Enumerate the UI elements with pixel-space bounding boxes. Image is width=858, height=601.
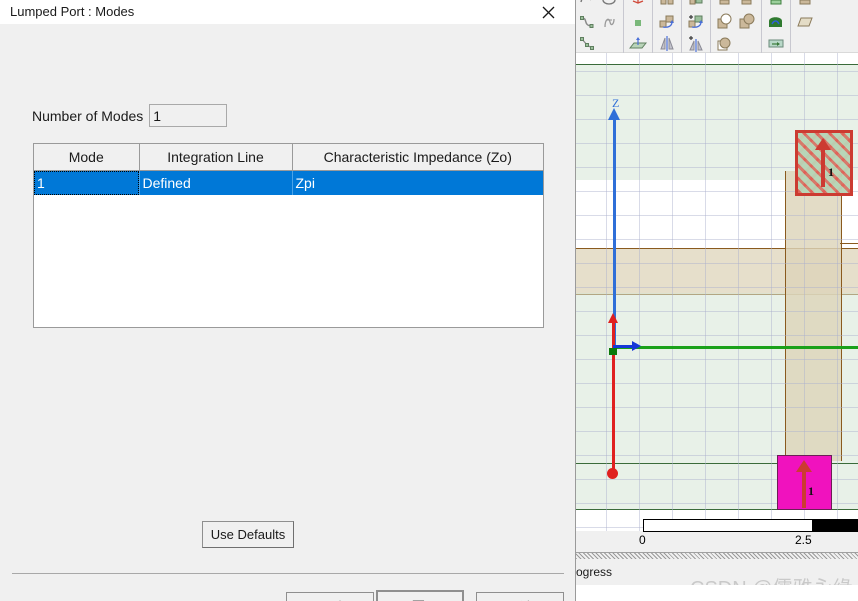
number-of-modes-input[interactable] xyxy=(149,104,228,127)
port-direction-arrow-shaft xyxy=(821,147,825,187)
sweep-along-path-plus-icon[interactable] xyxy=(685,12,707,32)
axis-red-endpoint xyxy=(607,468,618,479)
table-header-row: Mode Integration Line Characteristic Imp… xyxy=(34,144,543,171)
point-icon[interactable] xyxy=(627,12,649,32)
number-of-modes-row: Number of Modes xyxy=(32,104,228,127)
axis-y-line xyxy=(613,346,858,349)
port-bottom-arrow-shaft xyxy=(802,468,806,508)
close-icon[interactable] xyxy=(529,0,567,24)
spacer-cell xyxy=(598,34,620,54)
unite-top-icon[interactable] xyxy=(714,0,736,8)
cover-faces-icon[interactable] xyxy=(765,12,787,32)
port-bottom-arrow-head xyxy=(796,460,812,472)
screen-root: 1 1 Z 0 2.5 ogress CSDN @儒雅永缘 xyxy=(0,0,858,601)
lumped-port-top-face[interactable]: 1 xyxy=(795,130,853,196)
subtract-top-icon[interactable] xyxy=(736,0,758,8)
axis-origin-marker xyxy=(609,348,617,355)
dialog-title-bar[interactable]: Lumped Port : Modes xyxy=(0,0,575,25)
status-bar-grip[interactable] xyxy=(576,553,858,559)
axis-red-line xyxy=(612,318,615,476)
modes-table-grid: Mode Integration Line Characteristic Imp… xyxy=(34,144,543,195)
port-top-number: 1 xyxy=(828,165,834,179)
column-header-impedance[interactable]: Characteristic Impedance (Zo) xyxy=(292,144,543,171)
coordinate-system-icon[interactable] xyxy=(627,0,649,8)
next-button[interactable]: 下一页(N) > xyxy=(376,590,464,601)
toolbar-row-middle xyxy=(576,0,858,46)
sweep-top-icon[interactable] xyxy=(685,0,707,8)
box-pair-icon[interactable] xyxy=(656,0,678,8)
port-direction-arrow-head xyxy=(815,138,831,150)
sheet-top-icon[interactable] xyxy=(794,0,816,8)
column-header-integration-line[interactable]: Integration Line xyxy=(139,144,293,171)
intersect-icon[interactable] xyxy=(714,34,736,54)
spline-curve-icon[interactable] xyxy=(576,12,598,32)
subtract-icon[interactable] xyxy=(736,12,758,32)
dialog-title: Lumped Port : Modes xyxy=(10,4,135,19)
back-button[interactable]: < 上一步(B) xyxy=(286,592,374,601)
cancel-button[interactable]: 取消 xyxy=(476,592,564,601)
equation-curve-icon[interactable] xyxy=(598,12,620,32)
dialog-body: Number of Modes Mode Integration Line Ch xyxy=(0,24,575,601)
progress-status-text: ogress xyxy=(576,565,613,579)
polyline-icon[interactable] xyxy=(576,34,598,54)
spacer-cell-3 xyxy=(794,34,816,54)
scale-bar xyxy=(643,519,858,532)
unite-icon[interactable] xyxy=(714,12,736,32)
number-of-modes-label: Number of Modes xyxy=(32,107,144,124)
lumped-port-modes-dialog: Lumped Port : Modes Number of Modes 1 Mo… xyxy=(0,0,576,601)
spacer-cell-2 xyxy=(736,34,758,54)
status-bar-bottom-strip xyxy=(576,585,858,601)
modes-table[interactable]: Mode Integration Line Characteristic Imp… xyxy=(33,143,544,328)
footer-divider xyxy=(12,573,564,574)
mirror-icon[interactable] xyxy=(656,34,678,54)
section-top-icon[interactable] xyxy=(765,0,787,8)
project-sheet-icon[interactable] xyxy=(765,34,787,54)
sweep-along-vector-icon[interactable] xyxy=(656,12,678,32)
lumped-port-bottom-face[interactable]: 1 xyxy=(777,455,832,510)
toolbar-row-top xyxy=(576,0,858,10)
table-row[interactable]: 1 Defined Zpi xyxy=(34,170,543,195)
scale-bar-fill xyxy=(812,520,857,531)
plane-icon[interactable] xyxy=(627,34,649,54)
column-header-mode[interactable]: Mode xyxy=(34,144,140,171)
axis-x-arrow-icon xyxy=(632,341,641,351)
use-defaults-button[interactable]: Use Defaults xyxy=(202,521,294,548)
axis-red-arrow-icon xyxy=(608,313,618,323)
duplicate-mirror-icon[interactable] xyxy=(685,34,707,54)
cell-integration-line[interactable]: Defined xyxy=(139,170,293,195)
spline-curve-top-icon[interactable] xyxy=(576,0,598,8)
axis-z-label: Z xyxy=(612,96,620,110)
cell-impedance[interactable]: Zpi xyxy=(292,170,543,195)
cell-mode[interactable]: 1 xyxy=(34,170,140,195)
scale-tick-mid: 2.5 xyxy=(795,533,812,547)
modeler-toolbar xyxy=(576,0,858,68)
circle-curve-icon[interactable] xyxy=(598,0,620,8)
scale-tick-min: 0 xyxy=(639,533,646,547)
sheet-face-icon[interactable] xyxy=(794,12,816,32)
port-bottom-number: 1 xyxy=(808,484,814,498)
